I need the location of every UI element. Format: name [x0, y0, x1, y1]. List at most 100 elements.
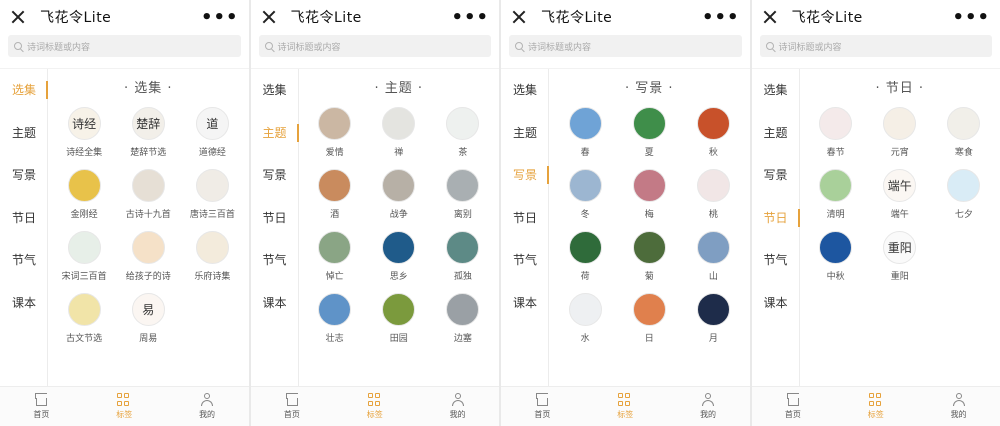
- item-thumbnail: [382, 231, 416, 264]
- grid-item[interactable]: 道道德经: [180, 107, 244, 158]
- tab-tags[interactable]: 标签: [333, 387, 416, 426]
- grid-item[interactable]: 端午 端午: [868, 169, 932, 220]
- grid-item[interactable]: 爱情: [303, 107, 367, 158]
- sidebar-item-节日[interactable]: 节日: [0, 209, 47, 252]
- grid-item[interactable]: 春: [553, 107, 617, 158]
- grid-item[interactable]: 思乡: [367, 231, 431, 282]
- sidebar-item-课本[interactable]: 课本: [501, 294, 548, 337]
- grid-item[interactable]: 诗经 诗经全集: [52, 107, 116, 158]
- more-options-icon[interactable]: •••: [952, 7, 990, 28]
- item-label: 酒: [330, 210, 340, 220]
- more-options-icon[interactable]: •••: [451, 7, 489, 28]
- tab-tags[interactable]: 标签: [83, 387, 166, 426]
- grid-item[interactable]: 金刚经: [52, 169, 116, 220]
- sidebar-item-写景[interactable]: 写景: [251, 166, 298, 209]
- grid-item[interactable]: 古文节选: [52, 293, 116, 344]
- grid-item[interactable]: 中秋: [804, 231, 868, 282]
- sidebar-item-选集[interactable]: 选集: [501, 81, 548, 124]
- sidebar-item-课本[interactable]: 课本: [251, 294, 298, 337]
- grid-item[interactable]: 战争: [367, 169, 431, 220]
- tab-home[interactable]: 首页: [251, 387, 334, 426]
- grid-item[interactable]: 酒: [303, 169, 367, 220]
- sidebar-item-主题[interactable]: 主题: [752, 124, 799, 167]
- close-icon[interactable]: [261, 9, 277, 25]
- grid-item[interactable]: 七夕: [932, 169, 996, 220]
- grid-item[interactable]: 冬: [553, 169, 617, 220]
- tab-tags[interactable]: 标签: [584, 387, 667, 426]
- sidebar-item-选集[interactable]: 选集: [251, 81, 298, 124]
- grid-item[interactable]: 楚辞 楚辞节选: [116, 107, 180, 158]
- sidebar-item-写景[interactable]: 写景: [0, 166, 47, 209]
- search-input[interactable]: 诗词标题或内容: [258, 35, 491, 57]
- close-icon[interactable]: [10, 9, 26, 25]
- more-options-icon[interactable]: •••: [702, 7, 740, 28]
- grid-item[interactable]: 春节: [804, 107, 868, 158]
- sidebar-item-节气[interactable]: 节气: [752, 251, 799, 294]
- grid-item[interactable]: 夏: [617, 107, 681, 158]
- grid-item[interactable]: 清明: [804, 169, 868, 220]
- tab-tags-label: 标签: [366, 410, 383, 419]
- close-icon[interactable]: [762, 9, 778, 25]
- item-label: 战争: [389, 210, 408, 220]
- sidebar-item-课本[interactable]: 课本: [752, 294, 799, 337]
- sidebar-item-主题[interactable]: 主题: [251, 123, 299, 167]
- tab-me[interactable]: 我的: [416, 387, 499, 426]
- sidebar-item-节日[interactable]: 节日: [501, 209, 548, 252]
- tab-home[interactable]: 首页: [0, 387, 83, 426]
- home-icon: [535, 393, 549, 406]
- more-options-icon[interactable]: •••: [201, 7, 239, 28]
- sidebar-item-选集[interactable]: 选集: [752, 81, 799, 124]
- grid-item[interactable]: 水: [553, 293, 617, 344]
- grid-item[interactable]: 山: [681, 231, 745, 282]
- item-label: 清明: [826, 210, 845, 220]
- grid-item[interactable]: 日: [617, 293, 681, 344]
- grid-item[interactable]: 禅: [367, 107, 431, 158]
- item-thumbnail: [446, 169, 480, 202]
- search-input[interactable]: 诗词标题或内容: [509, 35, 742, 57]
- sidebar-item-主题[interactable]: 主题: [501, 124, 548, 167]
- tab-me[interactable]: 我的: [917, 387, 1000, 426]
- grid-item[interactable]: 边塞: [431, 293, 495, 344]
- grid-item[interactable]: 给孩子的诗: [116, 231, 180, 282]
- sidebar-item-节气[interactable]: 节气: [0, 251, 47, 294]
- grid-item[interactable]: 梅: [617, 169, 681, 220]
- sidebar-item-节日[interactable]: 节日: [251, 209, 298, 252]
- item-thumbnail: [696, 169, 730, 202]
- grid-item[interactable]: 壮志: [303, 293, 367, 344]
- grid-item[interactable]: 茶: [431, 107, 495, 158]
- grid-item[interactable]: 月: [681, 293, 745, 344]
- search-input[interactable]: 诗词标题或内容: [8, 35, 241, 57]
- grid-item[interactable]: 荷: [553, 231, 617, 282]
- tab-home[interactable]: 首页: [752, 387, 835, 426]
- grid-item[interactable]: 秋: [681, 107, 745, 158]
- sidebar-item-节气[interactable]: 节气: [251, 251, 298, 294]
- grid-item[interactable]: 寒食: [932, 107, 996, 158]
- grid-item[interactable]: 乐府诗集: [180, 231, 244, 282]
- sidebar-item-主题[interactable]: 主题: [0, 124, 47, 167]
- tab-tags[interactable]: 标签: [834, 387, 917, 426]
- grid-item[interactable]: 重阳 重阳: [868, 231, 932, 282]
- grid-item[interactable]: 唐诗三百首: [180, 169, 244, 220]
- grid-item[interactable]: 元宵: [868, 107, 932, 158]
- grid-item[interactable]: 离别: [431, 169, 495, 220]
- sidebar-item-写景[interactable]: 写景: [501, 166, 549, 209]
- sidebar-item-写景[interactable]: 写景: [752, 166, 799, 209]
- grid-item[interactable]: 桃: [681, 169, 745, 220]
- tab-me[interactable]: 我的: [166, 387, 249, 426]
- app-title: 飞花令Lite: [40, 10, 112, 26]
- grid-item[interactable]: 宋词三百首: [52, 231, 116, 282]
- tab-home[interactable]: 首页: [501, 387, 584, 426]
- grid-item[interactable]: 菊: [617, 231, 681, 282]
- grid-item[interactable]: 田园: [367, 293, 431, 344]
- sidebar-item-节气[interactable]: 节气: [501, 251, 548, 294]
- grid-item[interactable]: 古诗十九首: [116, 169, 180, 220]
- tab-me[interactable]: 我的: [667, 387, 750, 426]
- grid-item[interactable]: 悼亡: [303, 231, 367, 282]
- sidebar-item-课本[interactable]: 课本: [0, 294, 47, 337]
- sidebar-item-选集[interactable]: 选集: [0, 81, 48, 124]
- sidebar-item-节日[interactable]: 节日: [752, 208, 800, 252]
- grid-item[interactable]: 易周易: [116, 293, 180, 344]
- search-input[interactable]: 诗词标题或内容: [759, 35, 992, 57]
- close-icon[interactable]: [511, 9, 527, 25]
- grid-item[interactable]: 孤独: [431, 231, 495, 282]
